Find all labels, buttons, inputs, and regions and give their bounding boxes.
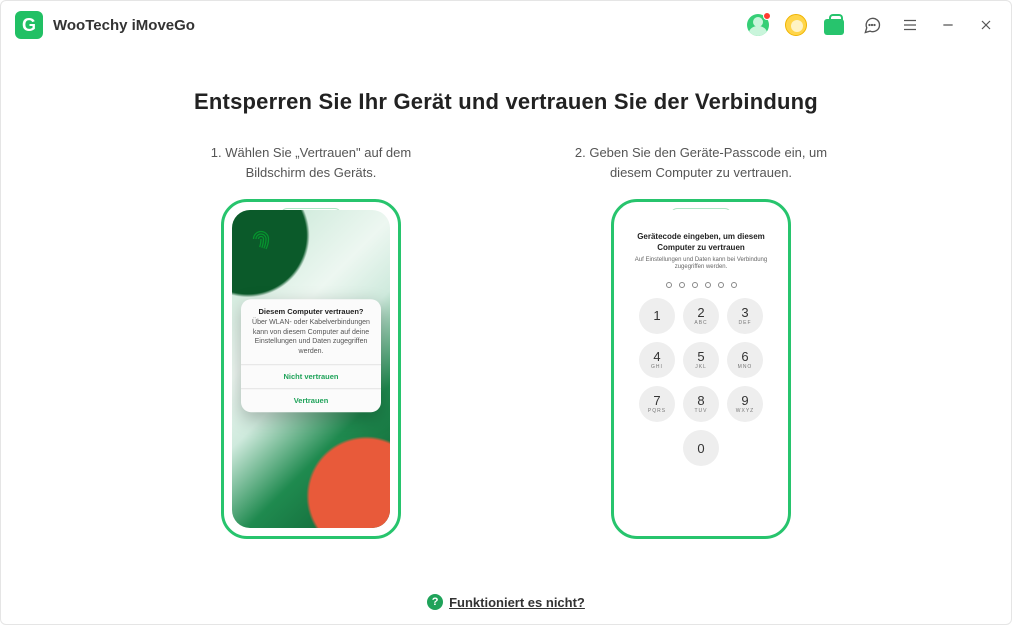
menu-icon[interactable] [899,14,921,36]
user-icon[interactable] [747,14,769,36]
passcode-dots [666,282,737,288]
chat-bubble-icon[interactable] [861,14,883,36]
help-icon: ? [427,594,443,610]
key-8: 8TUV [683,386,719,422]
page-title: Entsperren Sie Ihr Gerät und vertrauen S… [194,89,818,115]
app-logo: G [15,11,43,39]
minimize-button[interactable] [937,14,959,36]
key-5: 5JKL [683,342,719,378]
trust-dialog: Diesem Computer vertrauen? Über WLAN- od… [241,300,381,413]
phone-illustration-passcode: Gerätecode eingeben, um diesem Computer … [611,199,791,539]
step-1-text: 1. Wählen Sie „Vertrauen" auf dem Bildsc… [181,143,441,183]
instruction-columns: 1. Wählen Sie „Vertrauen" auf dem Bildsc… [181,143,831,539]
trust-dialog-deny-button: Nicht vertrauen [241,364,381,388]
footer-help: ? Funktioniert es nicht? [1,594,1011,610]
trust-dialog-body: Über WLAN- oder Kabelverbindungen kann v… [241,319,381,365]
coin-icon[interactable] [785,14,807,36]
step-2: 2. Geben Sie den Geräte-Passcode ein, um… [571,143,831,539]
close-button[interactable] [975,14,997,36]
passcode-keypad: 1 2ABC 3DEF 4GHI 5JKL 6MNO 7PQRS 8TUV 9W… [639,298,763,466]
trust-dialog-allow-button: Vertrauen [241,388,381,412]
key-1: 1 [639,298,675,334]
step-1: 1. Wählen Sie „Vertrauen" auf dem Bildsc… [181,143,441,539]
key-6: 6MNO [727,342,763,378]
titlebar: G WooTechy iMoveGo [1,1,1011,49]
app-window: G WooTechy iMoveGo Entsperren Sie Ihr [0,0,1012,625]
main-content: Entsperren Sie Ihr Gerät und vertrauen S… [1,49,1011,624]
trust-dialog-title: Diesem Computer vertrauen? [241,300,381,319]
key-0: 0 [683,430,719,466]
titlebar-actions [747,14,997,36]
phone-illustration-trust: Diesem Computer vertrauen? Über WLAN- od… [221,199,401,539]
passcode-subtitle: Auf Einstellungen und Daten kann bei Ver… [632,257,770,273]
key-3: 3DEF [727,298,763,334]
key-7: 7PQRS [639,386,675,422]
passcode-title: Gerätecode eingeben, um diesem Computer … [632,232,770,254]
shopping-bag-icon[interactable] [823,14,845,36]
key-9: 9WXYZ [727,386,763,422]
app-title: WooTechy iMoveGo [53,17,195,34]
help-link[interactable]: Funktioniert es nicht? [449,595,585,610]
step-2-text: 2. Geben Sie den Geräte-Passcode ein, um… [571,143,831,183]
key-4: 4GHI [639,342,675,378]
fingerprint-icon [246,224,276,254]
key-2: 2ABC [683,298,719,334]
